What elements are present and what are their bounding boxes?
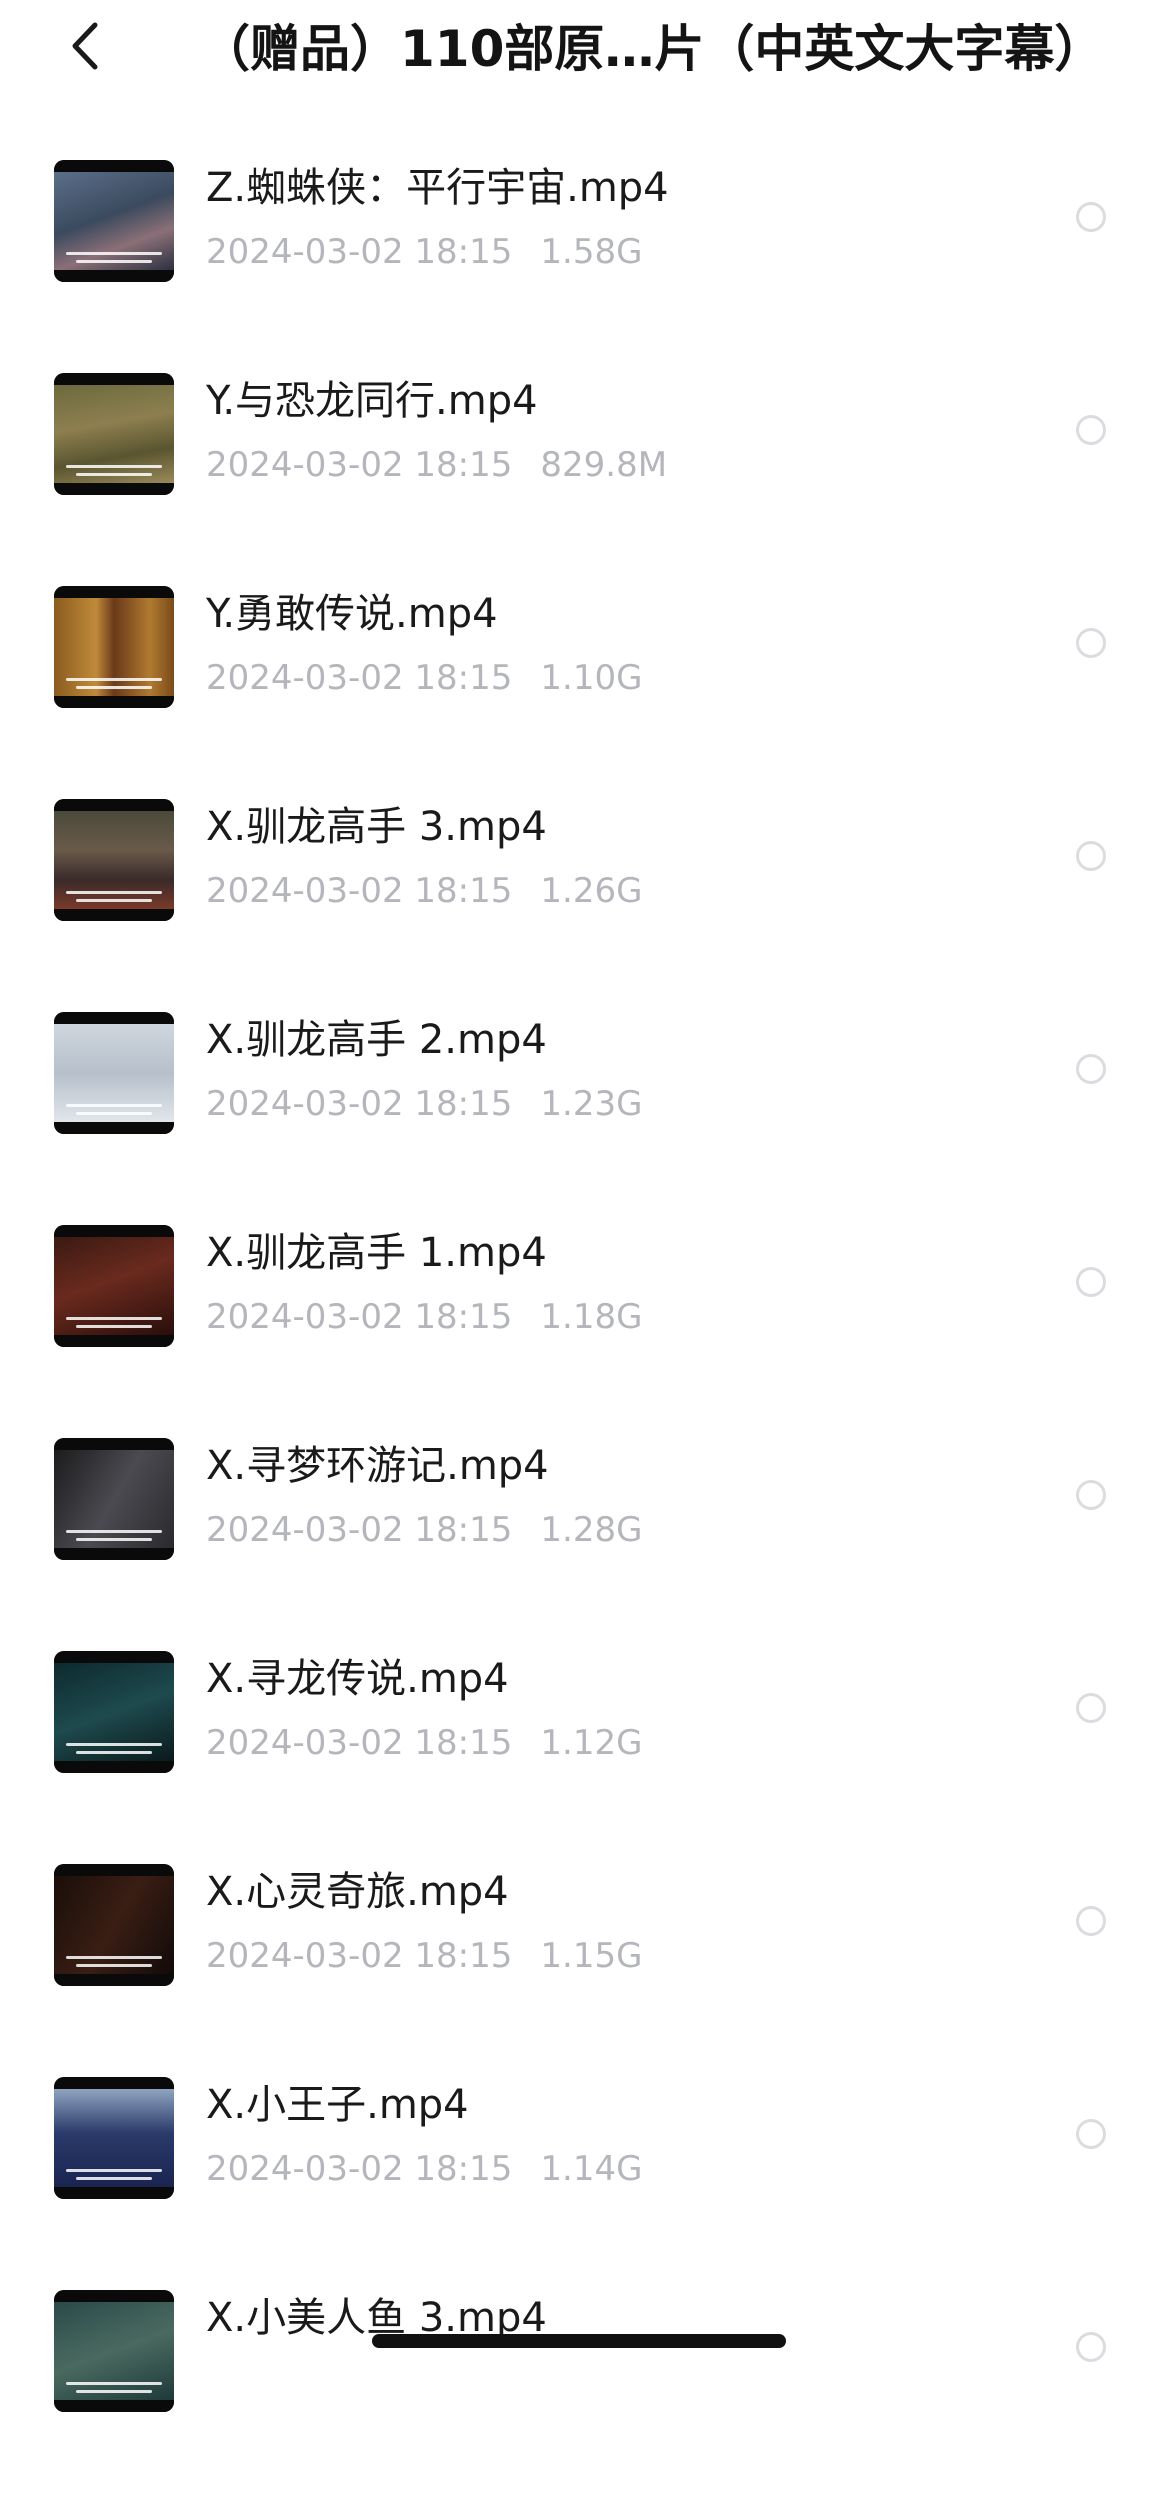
- radio-circle-icon[interactable]: [1076, 1693, 1106, 1723]
- file-meta: 2024-03-02 18:15 1.18G: [206, 1293, 642, 1341]
- file-row[interactable]: X.驯龙高手 2.mp4 2024-03-02 18:15 1.23G: [0, 1002, 1170, 1215]
- file-meta: [206, 2358, 234, 2406]
- file-row[interactable]: X.寻龙传说.mp4 2024-03-02 18:15 1.12G: [0, 1641, 1170, 1854]
- file-row[interactable]: X.小美人鱼 3.mp4: [0, 2280, 1170, 2493]
- radio-circle-icon[interactable]: [1076, 1906, 1106, 1936]
- file-name: Y.与恐龙同行.mp4: [206, 378, 538, 424]
- file-row[interactable]: Z.蜘蛛侠：平行宇宙.mp4 2024-03-02 18:15 1.58G: [0, 150, 1170, 363]
- file-name: X.寻龙传说.mp4: [206, 1656, 509, 1702]
- file-meta: 2024-03-02 18:15 1.58G: [206, 228, 642, 276]
- file-size: 1.10G: [540, 658, 643, 698]
- video-thumbnail: [54, 2077, 174, 2199]
- file-row[interactable]: X.驯龙高手 1.mp4 2024-03-02 18:15 1.18G: [0, 1215, 1170, 1428]
- video-thumbnail: [54, 586, 174, 708]
- file-row[interactable]: X.心灵奇旅.mp4 2024-03-02 18:15 1.15G: [0, 1854, 1170, 2067]
- video-thumbnail: [54, 1225, 174, 1347]
- file-row[interactable]: X.寻梦环游记.mp4 2024-03-02 18:15 1.28G: [0, 1428, 1170, 1641]
- radio-circle-icon[interactable]: [1076, 841, 1106, 871]
- file-name: Z.蜘蛛侠：平行宇宙.mp4: [206, 165, 669, 211]
- video-thumbnail: [54, 2290, 174, 2412]
- file-date: 2024-03-02 18:15: [206, 1723, 513, 1763]
- video-thumbnail: [54, 1438, 174, 1560]
- file-name: X.驯龙高手 3.mp4: [206, 804, 547, 850]
- file-name: X.小王子.mp4: [206, 2082, 469, 2128]
- file-date: 2024-03-02 18:15: [206, 232, 513, 272]
- file-date: 2024-03-02 18:15: [206, 445, 513, 485]
- file-name: X.驯龙高手 2.mp4: [206, 1017, 547, 1063]
- file-row[interactable]: Y.与恐龙同行.mp4 2024-03-02 18:15 829.8M: [0, 363, 1170, 576]
- file-row[interactable]: X.驯龙高手 3.mp4 2024-03-02 18:15 1.26G: [0, 789, 1170, 1002]
- file-size: 1.15G: [540, 1936, 643, 1976]
- file-name: X.驯龙高手 1.mp4: [206, 1230, 547, 1276]
- file-list: Z.蜘蛛侠：平行宇宙.mp4 2024-03-02 18:15 1.58G Y.与恐龙…: [0, 150, 1170, 2493]
- file-size: 1.18G: [540, 1297, 643, 1337]
- file-size: 1.28G: [540, 1510, 643, 1550]
- radio-circle-icon[interactable]: [1076, 2332, 1106, 2362]
- video-thumbnail: [54, 799, 174, 921]
- video-thumbnail: [54, 1651, 174, 1773]
- file-date: 2024-03-02 18:15: [206, 871, 513, 911]
- file-date: 2024-03-02 18:15: [206, 1084, 513, 1124]
- radio-circle-icon[interactable]: [1076, 1480, 1106, 1510]
- file-size: 1.58G: [540, 232, 643, 272]
- radio-circle-icon[interactable]: [1076, 415, 1106, 445]
- radio-circle-icon[interactable]: [1076, 2119, 1106, 2149]
- file-meta: 2024-03-02 18:15 1.26G: [206, 867, 642, 915]
- video-thumbnail: [54, 373, 174, 495]
- file-meta: 2024-03-02 18:15 1.28G: [206, 1506, 642, 1554]
- file-meta: 2024-03-02 18:15 829.8M: [206, 441, 667, 489]
- file-size: 1.12G: [540, 1723, 643, 1763]
- file-meta: 2024-03-02 18:15 1.15G: [206, 1932, 642, 1980]
- file-date: 2024-03-02 18:15: [206, 658, 513, 698]
- file-name: X.心灵奇旅.mp4: [206, 1869, 509, 1915]
- radio-circle-icon[interactable]: [1076, 202, 1106, 232]
- file-date: 2024-03-02 18:15: [206, 2149, 513, 2189]
- file-meta: 2024-03-02 18:15 1.14G: [206, 2145, 642, 2193]
- video-thumbnail: [54, 1012, 174, 1134]
- file-meta: 2024-03-02 18:15 1.10G: [206, 654, 642, 702]
- file-row[interactable]: Y.勇敢传说.mp4 2024-03-02 18:15 1.10G: [0, 576, 1170, 789]
- file-date: 2024-03-02 18:15: [206, 1297, 513, 1337]
- file-row[interactable]: X.小王子.mp4 2024-03-02 18:15 1.14G: [0, 2067, 1170, 2280]
- file-size: 1.14G: [540, 2149, 643, 2189]
- radio-circle-icon[interactable]: [1076, 1054, 1106, 1084]
- file-date: 2024-03-02 18:15: [206, 1936, 513, 1976]
- file-meta: 2024-03-02 18:15 1.23G: [206, 1080, 642, 1128]
- radio-circle-icon[interactable]: [1076, 1267, 1106, 1297]
- file-name: X.寻梦环游记.mp4: [206, 1443, 549, 1489]
- home-indicator: [372, 2334, 786, 2348]
- chevron-left-icon: [72, 22, 98, 70]
- page-title: （赠品）110部原…片（中英文大字幕）: [200, 20, 1100, 78]
- file-size: 829.8M: [540, 445, 668, 485]
- file-date: 2024-03-02 18:15: [206, 1510, 513, 1550]
- video-thumbnail: [54, 160, 174, 282]
- header-bar: （赠品）110部原…片（中英文大字幕）: [0, 0, 1170, 100]
- file-name: Y.勇敢传说.mp4: [206, 591, 498, 637]
- radio-circle-icon[interactable]: [1076, 628, 1106, 658]
- file-size: 1.26G: [540, 871, 643, 911]
- back-button[interactable]: [52, 10, 116, 82]
- file-size: 1.23G: [540, 1084, 643, 1124]
- file-meta: 2024-03-02 18:15 1.12G: [206, 1719, 642, 1767]
- video-thumbnail: [54, 1864, 174, 1986]
